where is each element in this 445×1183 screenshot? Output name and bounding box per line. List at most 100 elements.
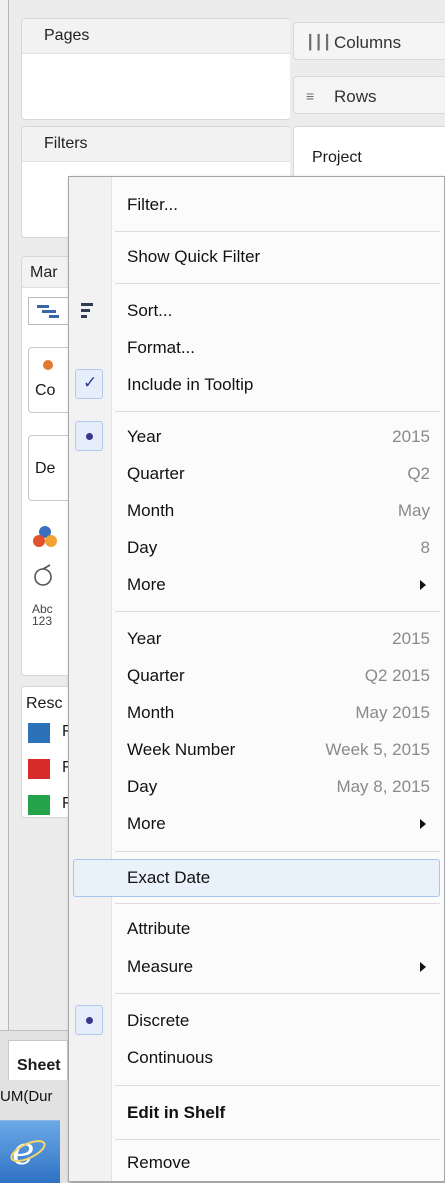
radio-dot-icon — [86, 433, 93, 440]
marks-title: Mar — [30, 264, 58, 281]
menu-item-label: Include in Tooltip — [127, 375, 254, 394]
color-icon — [43, 360, 53, 370]
menu-item-value: May 8, 2015 — [336, 777, 430, 796]
columns-label: Columns — [334, 33, 402, 52]
menu-separator — [115, 1139, 440, 1140]
menu-item-value: May 2015 — [355, 703, 430, 722]
menu-item-label: More — [127, 575, 166, 594]
checkmark-icon: ✓ — [83, 373, 98, 392]
menu-item-year[interactable]: Year 2015 — [69, 419, 444, 455]
radio-dot-icon — [86, 1017, 93, 1024]
color-label: Co — [35, 382, 56, 399]
menu-item-quarter[interactable]: Quarter Q2 — [69, 456, 444, 492]
menu-item-value: Week 5, 2015 — [325, 740, 430, 759]
menu-item-sort[interactable]: Sort... — [69, 293, 444, 329]
menu-item-label: Day — [127, 538, 158, 557]
menu-item-value: 8 — [420, 538, 430, 557]
legend-title: Resc — [26, 695, 63, 712]
label-field-icon: Abc 123 — [32, 602, 53, 628]
checked-frame: ✓ — [75, 369, 103, 399]
menu-separator — [115, 1085, 440, 1086]
duration-field-icon — [34, 564, 52, 586]
filters-card-header: Filters — [22, 127, 290, 162]
menu-item-label: Discrete — [127, 1011, 190, 1030]
menu-item-more-2[interactable]: More — [69, 806, 444, 842]
menu-item-label: Year — [127, 629, 162, 648]
rows-shelf[interactable]: ≡ Rows — [293, 76, 445, 114]
menu-item-label: Format... — [127, 338, 196, 357]
menu-item-label: Sort... — [127, 301, 173, 320]
submenu-arrow-icon — [420, 962, 426, 972]
selected-frame — [75, 1005, 103, 1035]
columns-icon: ┃┃┃ — [306, 34, 332, 50]
menu-separator — [115, 231, 440, 232]
menu-item-more[interactable]: More — [69, 567, 444, 603]
filters-title: Filters — [44, 135, 88, 152]
menu-item-label: Filter... — [127, 195, 179, 214]
menu-item-label: Day — [127, 777, 158, 796]
menu-item-edit-in-shelf[interactable]: Edit in Shelf — [69, 1095, 444, 1131]
menu-separator — [115, 851, 440, 852]
status-bar-text: UM(Dur — [0, 1088, 53, 1105]
menu-item-value: Q2 2015 — [364, 666, 430, 685]
menu-item-label: Exact Date — [127, 868, 211, 887]
ie-taskbar-button[interactable]: e — [0, 1120, 60, 1183]
menu-separator — [115, 411, 440, 412]
pages-card: Pages — [21, 18, 291, 120]
menu-item-month-exact[interactable]: Month May 2015 — [69, 695, 444, 731]
menu-item-label: Month — [127, 501, 175, 520]
menu-separator — [115, 611, 440, 612]
menu-item-continuous[interactable]: Continuous — [69, 1040, 444, 1076]
menu-separator — [115, 993, 440, 994]
menu-item-discrete[interactable]: Discrete — [69, 1003, 444, 1039]
rows-label: Rows — [334, 87, 377, 106]
menu-item-label: Year — [127, 427, 162, 446]
submenu-arrow-icon — [420, 580, 426, 590]
menu-item-format[interactable]: Format... — [69, 330, 444, 366]
internet-explorer-icon: e — [10, 1131, 46, 1171]
menu-item-filter[interactable]: Filter... — [69, 187, 444, 223]
menu-separator — [115, 283, 440, 284]
menu-separator — [115, 903, 440, 904]
menu-item-label: Remove — [127, 1153, 191, 1172]
menu-item-label: Attribute — [127, 919, 191, 938]
pages-title: Pages — [44, 27, 90, 44]
legend-swatch-red — [28, 759, 50, 779]
menu-item-label: Edit in Shelf — [127, 1103, 226, 1122]
legend-swatch-blue — [28, 723, 50, 743]
menu-item-value: Q2 — [407, 464, 430, 483]
sheet-tab[interactable]: Sheet — [8, 1040, 68, 1080]
menu-item-day-exact[interactable]: Day May 8, 2015 — [69, 769, 444, 805]
detail-label: De — [35, 460, 56, 477]
menu-item-label: Month — [127, 703, 175, 722]
menu-item-label: Week Number — [127, 740, 236, 759]
menu-item-label: Quarter — [127, 464, 185, 483]
date-field-context-menu: Filter... Show Quick Filter Sort... Form… — [68, 176, 445, 1182]
menu-item-label: Measure — [127, 957, 194, 976]
menu-item-day[interactable]: Day 8 — [69, 530, 444, 566]
rows-icon: ≡ — [306, 88, 315, 104]
gantt-icon — [37, 305, 59, 318]
menu-item-label: More — [127, 814, 166, 833]
menu-item-label: Show Quick Filter — [127, 247, 261, 266]
columns-shelf[interactable]: ┃┃┃ Columns — [293, 22, 445, 60]
menu-item-value: 2015 — [392, 427, 430, 446]
menu-item-exact-date[interactable]: Exact Date — [73, 859, 440, 897]
pages-card-header: Pages — [22, 19, 290, 54]
sort-icon — [81, 303, 93, 321]
menu-item-remove[interactable]: Remove — [69, 1145, 444, 1181]
menu-item-week-number[interactable]: Week Number Week 5, 2015 — [69, 732, 444, 768]
menu-item-measure[interactable]: Measure — [69, 949, 444, 985]
menu-item-include-in-tooltip[interactable]: ✓ Include in Tooltip — [69, 367, 444, 403]
menu-item-label: Quarter — [127, 666, 185, 685]
project-header: Project — [312, 149, 362, 166]
menu-item-value: May — [397, 501, 430, 520]
selected-frame — [75, 421, 103, 451]
menu-item-label: Continuous — [127, 1048, 214, 1067]
menu-item-year-exact[interactable]: Year 2015 — [69, 621, 444, 657]
menu-item-attribute[interactable]: Attribute — [69, 911, 444, 947]
menu-item-show-quick-filter[interactable]: Show Quick Filter — [69, 239, 444, 275]
menu-item-quarter-exact[interactable]: Quarter Q2 2015 — [69, 658, 444, 694]
menu-item-value: 2015 — [392, 629, 430, 648]
menu-item-month[interactable]: Month May — [69, 493, 444, 529]
